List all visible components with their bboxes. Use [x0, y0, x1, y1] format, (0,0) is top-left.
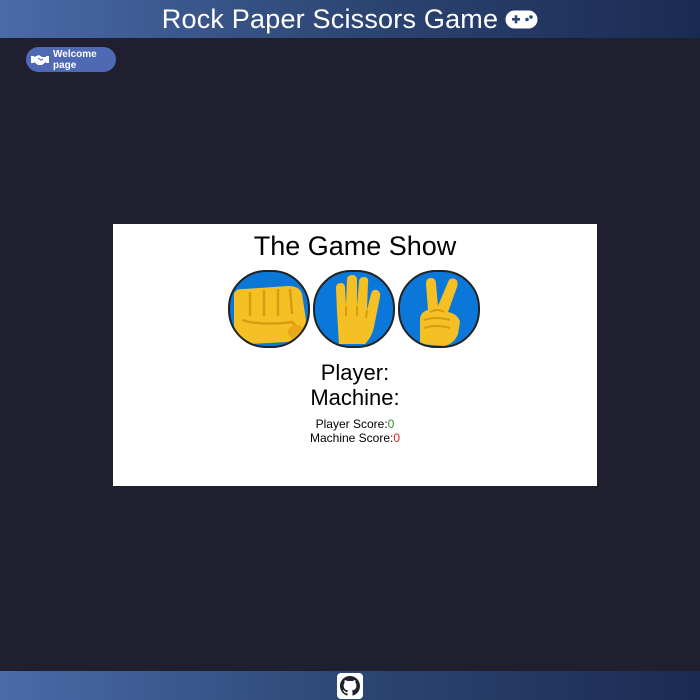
player-score-label: Player Score:: [315, 417, 388, 431]
game-card: The Game Show Player: Machine: Player Sc…: [113, 224, 597, 486]
gamepad-icon: [505, 10, 538, 29]
footer-bar: [0, 671, 700, 700]
player-score: Player Score:0: [113, 417, 597, 431]
machine-score: Machine Score:0: [113, 431, 597, 445]
paper-button[interactable]: [313, 270, 395, 348]
machine-score-label: Machine Score:: [309, 431, 394, 445]
choices-row: [228, 270, 482, 348]
github-icon: [340, 675, 360, 696]
machine-choice-label: Machine:: [310, 385, 400, 410]
handshake-icon: [31, 54, 49, 66]
player-choice-label: Player:: [320, 360, 390, 385]
game-title: The Game Show: [253, 231, 457, 261]
machine-score-value: 0: [393, 431, 401, 445]
welcome-page-label: Welcome page: [53, 48, 97, 71]
raised-hand-icon: [336, 275, 381, 344]
header-bar: Rock Paper Scissors Game: [0, 0, 700, 38]
page-title: Rock Paper Scissors Game: [161, 3, 499, 34]
victory-hand-icon: [420, 278, 460, 346]
fist-icon: [234, 286, 306, 344]
github-link[interactable]: [337, 672, 363, 699]
rock-button[interactable]: [228, 270, 310, 348]
player-score-value: 0: [387, 417, 395, 431]
welcome-page-button[interactable]: Welcome page: [26, 47, 116, 72]
scissors-button[interactable]: [398, 270, 480, 348]
